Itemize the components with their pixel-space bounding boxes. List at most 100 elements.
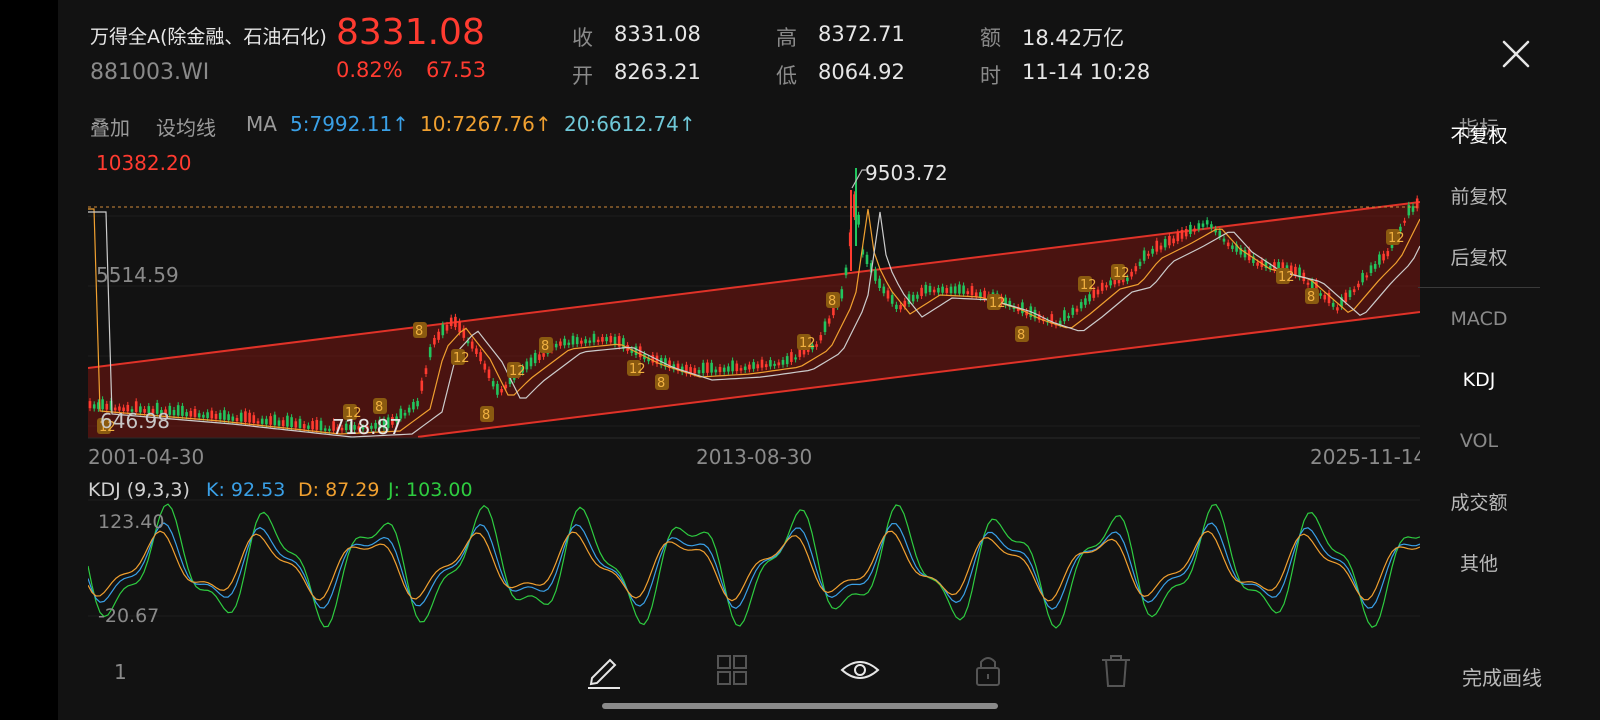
candle-body [428,347,432,358]
candle-body [1210,224,1213,228]
candle-body [416,400,419,407]
candle-body [1184,228,1188,237]
candle-body [290,417,293,428]
candle-body [559,341,562,346]
candle-body [172,410,176,416]
candle-body [323,428,327,431]
overlay-button[interactable]: 叠加 [90,112,130,141]
quote-low-value: 8064.92 [818,60,905,84]
candle-body [718,366,722,373]
kdj-title: KDJ (9,3,3) [88,479,190,501]
candle-body [794,357,797,360]
quote-high-value: 8372.71 [818,22,905,46]
candle-body [273,414,277,426]
candle-body [206,412,209,418]
sidebar-item-other[interactable]: 其他 [1424,532,1534,593]
candle-body [298,418,302,428]
candle-body [605,337,608,342]
candle-body [916,294,919,299]
candle-body [227,414,230,421]
sidebar-item-kdj[interactable]: KDJ [1424,349,1534,410]
td-marker: 12 [1388,231,1405,246]
close-icon[interactable] [1496,34,1536,74]
candle-body [1403,220,1406,223]
candle-body [491,381,495,387]
ma10-value: 10:7267.76↑ [420,112,552,136]
candle-body [88,401,92,409]
candle-body [592,333,596,343]
eye-icon[interactable] [838,648,882,692]
candle-body [1105,285,1108,288]
candle-body [302,424,306,429]
kdj-lines [88,503,1420,629]
candle-body [412,401,415,410]
quote-open-value: 8263.21 [614,60,701,84]
candle-body [1021,302,1024,314]
candle-body [1378,254,1381,265]
candle-body [424,368,428,374]
sidebar-item-macd[interactable]: MACD [1424,288,1534,349]
candle-body [525,361,529,370]
candle-body [1319,293,1322,296]
candle-body [1193,228,1196,232]
candle-body [815,344,818,347]
x-label-start: 2001-04-30 [88,445,204,469]
trash-icon[interactable] [1094,648,1138,692]
candle-body [319,420,323,431]
candle-body [1067,315,1070,319]
candle-body [752,362,755,369]
candle-body [706,362,709,373]
candle-body [1130,271,1133,277]
set-ma-button[interactable]: 设均线 [156,112,216,141]
candle-body [773,363,776,366]
candle-body [1189,224,1192,234]
candle-body [92,404,96,409]
candle-body [265,418,268,425]
price-mid-label: 5514.59 [96,263,179,287]
sidebar-item-forward-adjust[interactable]: 前复权 [1424,165,1534,226]
change-value: 67.53 [426,58,487,82]
high-annotation-arrow [851,169,866,189]
candle-body [710,362,713,373]
candle-body [454,316,457,328]
sidebar-item-vol[interactable]: VOL [1424,410,1534,471]
candle-body [533,352,537,364]
candle-body [500,389,503,393]
sidebar-item-turnover[interactable]: 成交额 [1424,471,1534,532]
candle-body [197,413,201,418]
candle-body [1361,272,1364,283]
candle-body [693,368,697,374]
finish-drawing-button[interactable]: 完成画线 [1462,662,1542,691]
candle-body [1109,280,1112,286]
pen-icon[interactable] [582,648,626,692]
grid-icon[interactable] [710,648,754,692]
td-marker: 12 [1278,270,1295,285]
sidebar-item-no-adjust[interactable]: 不复权 [1424,104,1534,165]
candle-body [1163,239,1167,248]
last-price: 8331.08 [336,12,485,53]
candle-body [210,410,214,419]
kdj-j-value: J: 103.00 [387,479,473,501]
candle-body [1306,282,1310,285]
candle-body [1352,289,1356,293]
td-marker: 8 [375,400,383,415]
lock-icon[interactable] [966,648,1010,692]
candle-body [1088,294,1091,302]
candle-body [953,286,957,294]
low-annotation: 718.87 [332,415,402,439]
candle-body [529,357,533,367]
kdj-min-label: -20.67 [98,605,159,627]
candle-body [1134,266,1138,272]
candle-body [1336,307,1339,311]
drawing-toolbar [58,642,1600,702]
candle-body [895,304,898,309]
candle-body [307,425,310,429]
kline-chart[interactable]: 1212 88128128128128 1281212 12812 10382.20 … [88,146,1420,638]
candle-body [634,346,638,355]
sidebar-item-backward-adjust[interactable]: 后复权 [1424,226,1534,287]
candle-body [790,352,793,362]
candle-body [911,294,915,302]
candle-body [827,318,831,324]
candle-body [949,286,953,294]
ma-label: MA [246,112,277,136]
